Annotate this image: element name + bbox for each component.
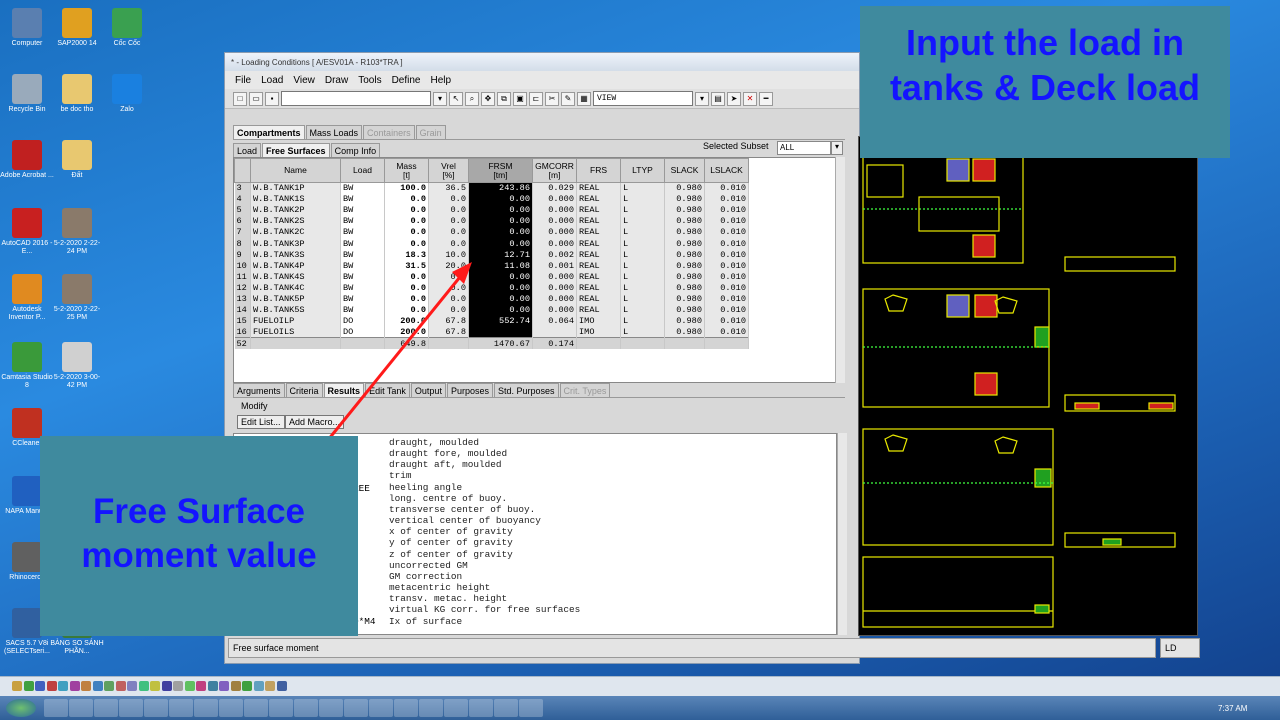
taskbar-app-icon[interactable] [244,699,268,717]
quick-launch-icon[interactable] [230,681,241,691]
quick-launch-icon[interactable] [207,681,218,691]
quick-launch-icon[interactable] [92,681,103,691]
quick-launch-icon[interactable] [104,681,114,691]
taskbar-app-icon[interactable] [119,699,143,717]
quick-launch-icon[interactable] [196,681,206,691]
quick-launch-icon[interactable] [69,681,80,691]
taskbar-app-icon[interactable] [269,699,293,717]
quick-launch-icon[interactable] [127,681,137,691]
taskbar-app-icon[interactable] [169,699,193,717]
taskbar-app-icon[interactable] [344,699,368,717]
taskbar-app-icon[interactable] [194,699,218,717]
taskbar-app-icon[interactable] [394,699,418,717]
callout-input-load: Input the load in tanks & Deck load [860,6,1230,158]
taskbar-app-icon[interactable] [419,699,443,717]
quick-launch-bar [0,676,1280,696]
quick-launch-icon[interactable] [276,681,287,691]
taskbar-app-icon[interactable] [94,699,118,717]
taskbar-app-icon[interactable] [219,699,243,717]
quick-launch-icon[interactable] [265,681,275,691]
clock: 7:37 AM [1218,704,1248,713]
quick-launch-icon[interactable] [115,681,126,691]
taskbar-app-icon[interactable] [494,699,518,717]
quick-launch-icon[interactable] [138,681,149,691]
taskbar-app-icon[interactable] [69,699,93,717]
start-button[interactable] [6,699,36,717]
taskbar-app-icon[interactable] [469,699,493,717]
quick-launch-icon[interactable] [161,681,172,691]
quick-launch-icon[interactable] [81,681,91,691]
taskbar-app-icon[interactable] [44,699,68,717]
quick-launch-icon[interactable] [242,681,252,691]
quick-launch-icon[interactable] [12,681,22,691]
taskbar-app-icon[interactable] [294,699,318,717]
quick-launch-icon[interactable] [58,681,68,691]
quick-launch-icon[interactable] [35,681,45,691]
taskbar [0,696,1280,720]
taskbar-app-icon[interactable] [319,699,343,717]
taskbar-app-icon[interactable] [519,699,543,717]
quick-launch-icon[interactable] [173,681,183,691]
quick-launch-icon[interactable] [23,681,34,691]
quick-launch-icon[interactable] [184,681,195,691]
callout-free-surface: Free Surface moment value [40,436,358,636]
quick-launch-icon[interactable] [46,681,57,691]
quick-launch-icon[interactable] [253,681,264,691]
taskbar-app-icon[interactable] [144,699,168,717]
taskbar-app-icon[interactable] [369,699,393,717]
quick-launch-icon[interactable] [150,681,160,691]
quick-launch-icon[interactable] [219,681,229,691]
taskbar-app-icon[interactable] [444,699,468,717]
